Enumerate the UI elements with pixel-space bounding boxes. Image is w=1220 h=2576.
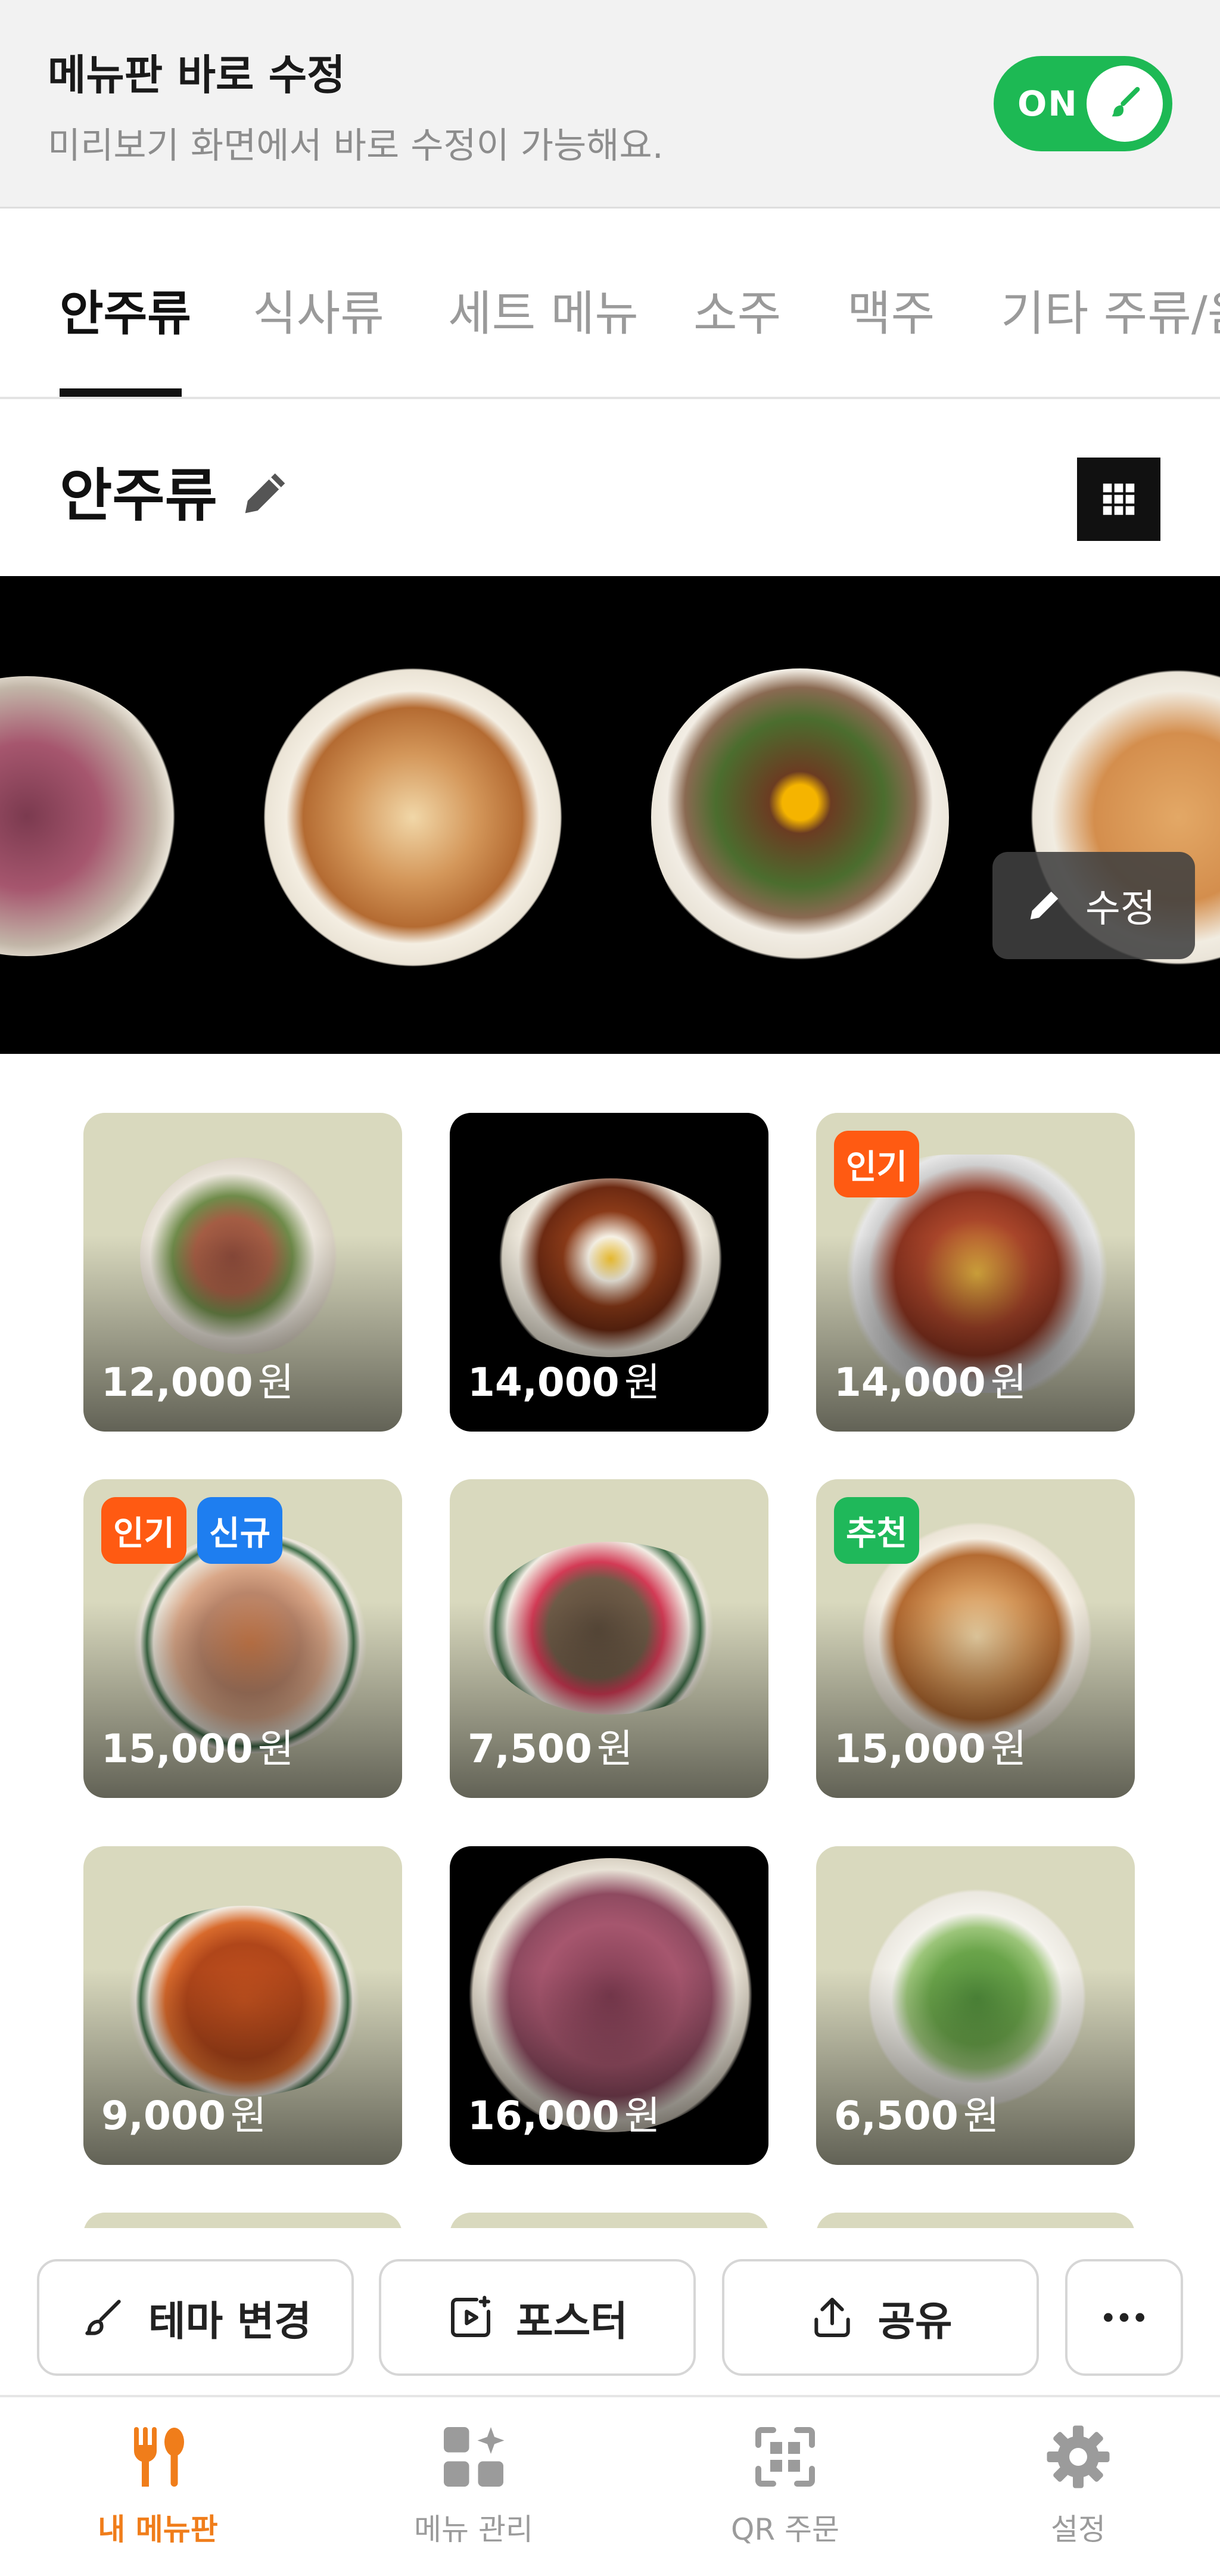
toggle-knob	[1087, 66, 1163, 142]
menu-card[interactable]: 인기 14,000 원	[816, 1113, 1135, 1432]
action-bar: 테마 변경 포스터 공유	[0, 2228, 1220, 2395]
pencil-icon	[245, 473, 285, 514]
share-label: 공유	[877, 2298, 953, 2345]
edit-mode-toggle[interactable]: ON	[994, 56, 1172, 151]
menu-price: 12,000 원	[101, 1359, 294, 1405]
tab-category-3[interactable]: 소주	[693, 275, 781, 344]
menu-price: 15,000 원	[101, 1726, 294, 1772]
tab-category-2[interactable]: 세트 메뉴	[448, 275, 639, 344]
share-icon	[814, 2298, 851, 2337]
grid-view-button[interactable]	[1077, 458, 1160, 541]
edit-section-title-button[interactable]	[235, 463, 295, 523]
badge-popular: 인기	[834, 1131, 920, 1197]
tab-category-4[interactable]: 맥주	[847, 275, 935, 344]
tab-category-1[interactable]: 식사류	[253, 275, 384, 344]
menu-card[interactable]: 추천 15,000 원	[816, 1479, 1135, 1798]
menu-price: 9,000 원	[101, 2093, 267, 2139]
tab-my-menu[interactable]: 내 메뉴판	[57, 2421, 259, 2549]
badge-popular: 인기	[101, 1497, 187, 1564]
hero-edit-button[interactable]: 수정	[992, 852, 1195, 959]
menu-card[interactable]: 14,000 원	[450, 1113, 768, 1432]
qr-icon	[755, 2427, 815, 2487]
menu-card[interactable]: 7,500 원	[450, 1479, 768, 1798]
tab-category-0[interactable]: 안주류	[60, 275, 191, 344]
section-title: 안주류	[60, 462, 217, 529]
menu-price: 14,000 원	[468, 1359, 661, 1405]
menu-card[interactable]: 인기 신규 15,000 원	[83, 1479, 402, 1798]
hero-dish-image	[651, 668, 949, 966]
menu-card[interactable]: 9,000 원	[83, 1846, 402, 2165]
brush-icon	[85, 2300, 121, 2335]
tab-label: QR 주문	[731, 2512, 839, 2547]
tab-qr-order[interactable]: QR 주문	[684, 2421, 886, 2549]
hero-dish-image	[264, 668, 562, 966]
hero-banner-carousel[interactable]	[0, 576, 1220, 1054]
banner-subtitle: 미리보기 화면에서 바로 수정이 가능해요.	[48, 125, 664, 167]
bottom-tab-bar: 내 메뉴판 메뉴 관리 QR 주문 설정	[0, 2395, 1220, 2576]
menu-price: 15,000 원	[834, 1726, 1027, 1772]
tab-label: 설정	[1051, 2512, 1106, 2547]
menu-price: 16,000 원	[468, 2093, 661, 2139]
menu-card[interactable]: 12,000 원	[83, 1113, 402, 1432]
gear-icon	[1047, 2425, 1110, 2488]
poster-label: 포스터	[516, 2298, 628, 2345]
grid-sparkle-icon	[444, 2427, 505, 2487]
brush-icon	[1112, 87, 1140, 117]
tab-category-5[interactable]: 기타 주류/음	[1001, 275, 1220, 344]
toggle-label: ON	[1017, 83, 1078, 124]
poster-button[interactable]: 포스터	[379, 2259, 696, 2376]
tab-label: 메뉴 관리	[414, 2512, 533, 2547]
hero-dish-image	[0, 676, 182, 956]
more-icon	[1104, 2313, 1144, 2322]
tab-menu-management[interactable]: 메뉴 관리	[372, 2421, 575, 2549]
change-theme-label: 테마 변경	[148, 2298, 312, 2345]
menu-price: 14,000 원	[834, 1359, 1027, 1405]
menu-card[interactable]: 6,500 원	[816, 1846, 1135, 2165]
badge-new: 신규	[197, 1497, 283, 1564]
tab-label: 내 메뉴판	[98, 2512, 218, 2547]
tab-settings[interactable]: 설정	[977, 2421, 1179, 2549]
menu-price: 6,500 원	[834, 2093, 1000, 2139]
active-tab-indicator	[60, 388, 182, 397]
change-theme-button[interactable]: 테마 변경	[37, 2259, 354, 2376]
hero-edit-label: 수정	[1085, 887, 1156, 931]
fork-spoon-icon	[134, 2427, 184, 2487]
menu-card[interactable]: 16,000 원	[450, 1846, 768, 2165]
poster-icon	[451, 2295, 491, 2337]
badge-recommended: 추천	[834, 1497, 920, 1564]
more-options-button[interactable]	[1065, 2259, 1183, 2376]
edit-mode-banner: 메뉴판 바로 수정 미리보기 화면에서 바로 수정이 가능해요. ON	[0, 0, 1220, 209]
banner-title: 메뉴판 바로 수정	[48, 51, 346, 99]
category-tabs: 안주류 식사류 세트 메뉴 소주 맥주 기타 주류/음	[0, 209, 1220, 399]
pencil-icon	[1030, 891, 1059, 920]
share-button[interactable]: 공유	[722, 2259, 1039, 2376]
menu-price: 7,500 원	[468, 1726, 633, 1772]
grid-icon	[1103, 483, 1135, 515]
